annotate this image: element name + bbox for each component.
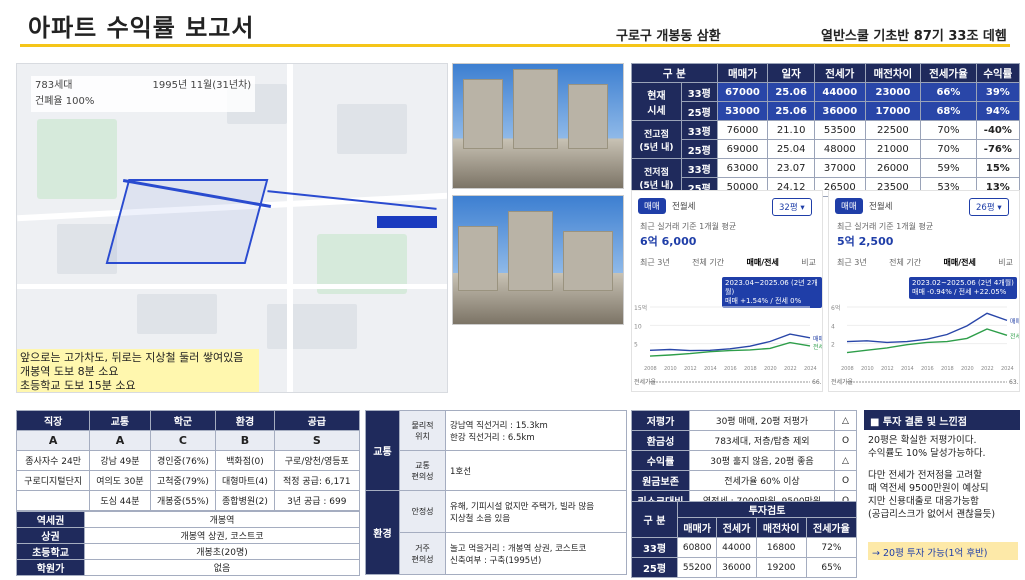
criteria-table: 저평가 30평 매매, 20평 저평가 △ 환금성 783세대, 저층/탑층 제외 O … — [631, 410, 857, 511]
conclusion-text: 20평은 확실한 저평가이다. 수익률도 10% 달성가능하다. 다만 전세가 전… — [868, 435, 996, 520]
price-value: 5억 2,500 — [837, 235, 894, 248]
x-tick-label: 2016 — [724, 366, 737, 372]
line-chart-25: 6억 4 2 매매전세 2008 2010 2012 2014 2016 2018 2020 2022… — [831, 304, 1019, 386]
size-select[interactable]: 32평 ▾ — [772, 198, 812, 216]
tab-period-sale-jeonse[interactable]: 매매/전세 — [943, 257, 975, 268]
tab-period-3y[interactable]: 최근 3년 — [640, 257, 670, 268]
y-tick-label: 10 — [634, 323, 642, 330]
series-line-sale — [846, 312, 1008, 344]
x-tick-label: 2010 — [664, 366, 677, 372]
series-label: 매매 — [813, 335, 822, 343]
chart-panel-33: 매매 전월세 32평 ▾ 최근 실거래 기준 1개월 평균 6억 6,000 최… — [631, 190, 823, 392]
tab-jeonse[interactable]: 전월세 — [863, 198, 898, 214]
recent-label: 최근 실거래 기준 1개월 평균 — [837, 222, 934, 231]
line-chart-33: 15억 10 5 매매전세 2008 2010 2012 2014 2016 2018 2020 20… — [634, 304, 822, 386]
traffic-env-table: 교통 물리적 위치 강남역 직선거리 : 15.3km 한강 직선거리 : 6.… — [365, 410, 627, 575]
header-divider — [20, 44, 1010, 47]
period-tabs: 최근 3년 전체 기간 매매/전세 비교 — [640, 257, 816, 268]
location-map[interactable]: 783세대 1995년 11월(31년차) 건폐율 100% 앞으로는 고가차도,… — [16, 63, 448, 393]
series-label: 매매 — [1010, 317, 1019, 325]
y-tick-label: 5 — [634, 342, 638, 349]
y-tick-label: 2 — [831, 342, 835, 349]
recent-label: 최근 실거래 기준 1개월 평균 — [640, 222, 737, 231]
price-value: 6억 6,000 — [640, 235, 697, 248]
series-label: 전세 — [813, 343, 822, 351]
x-tick-label: 2022 — [784, 366, 797, 372]
tab-jeonse[interactable]: 전월세 — [666, 198, 701, 214]
size-select[interactable]: 26평 ▾ — [969, 198, 1009, 216]
x-tick-label: 2016 — [921, 366, 934, 372]
x-tick-label: 2020 — [764, 366, 777, 372]
bottom-value: 63.3% — [1009, 379, 1019, 386]
y-tick-label: 15억 — [634, 304, 647, 312]
author-label: 열반스쿨 기초반 87기 33조 데헴 — [821, 29, 1007, 44]
x-tick-label: 2024 — [804, 366, 817, 372]
x-tick-label: 2014 — [901, 366, 914, 372]
map-info: 783세대 1995년 11월(31년차) 건폐율 100% — [31, 76, 256, 112]
series-line-sale — [649, 333, 811, 352]
tab-sale[interactable]: 매매 — [835, 198, 863, 214]
chart-panel-25: 매매 전월세 26평 ▾ 최근 실거래 기준 1개월 평균 5억 2,500 최… — [828, 190, 1020, 392]
y-tick-label: 6억 — [831, 304, 840, 312]
tab-period-all[interactable]: 전체 기간 — [692, 257, 724, 268]
x-tick-label: 2024 — [1001, 366, 1014, 372]
price-table: 구 분 매매가 일자 전세가 매전차이 전세가율 수익률 현재 시세 33평 67000… — [631, 63, 1021, 197]
x-tick-label: 2014 — [704, 366, 717, 372]
tab-sale[interactable]: 매매 — [638, 198, 666, 214]
x-tick-label: 2020 — [961, 366, 974, 372]
conclusion-title: ■ 투자 결론 및 느낀점 — [864, 410, 1020, 430]
apartment-photo-1 — [452, 63, 624, 189]
x-tick-label: 2018 — [941, 366, 954, 372]
period-tabs: 최근 3년 전체 기간 매매/전세 비교 — [837, 257, 1013, 268]
bottom-value: 66.1% — [812, 379, 822, 386]
x-tick-label: 2008 — [644, 366, 657, 372]
x-tick-label: 2022 — [981, 366, 994, 372]
map-note: 앞으로는 고가차도, 뒤로는 지상철 둘러 쌓여있음 개봉역 도보 8분 소요 초등… — [17, 349, 259, 392]
tab-period-all[interactable]: 전체 기간 — [889, 257, 921, 268]
tab-period-3y[interactable]: 최근 3년 — [837, 257, 867, 268]
tab-period-compare[interactable]: 비교 — [801, 257, 816, 268]
x-tick-label: 2008 — [841, 366, 854, 372]
tab-period-compare[interactable]: 비교 — [998, 257, 1013, 268]
series-label: 전세 — [1010, 332, 1019, 340]
y-tick-label: 4 — [831, 323, 835, 330]
chart-tooltip: 2023.02~2025.06 (2년 4개월) 매매 -0.94% / 전세 +… — [909, 277, 1017, 299]
x-tick-label: 2018 — [744, 366, 757, 372]
info-table: 역세권 개봉역 상권 개봉역 상권, 코스트코 초등학교 개봉초(20명) 학원가 없음 — [16, 511, 360, 576]
bottom-label: 전세가율 — [634, 378, 657, 386]
tab-period-sale-jeonse[interactable]: 매매/전세 — [746, 257, 778, 268]
x-tick-label: 2012 — [684, 366, 697, 372]
conclusion-result: → 20평 투자 가능(1억 후반) — [868, 542, 1018, 560]
location-label: 구로구 개봉동 삼환 — [616, 29, 721, 44]
page-title: 아파트 수익률 보고서 — [28, 14, 255, 42]
x-tick-label: 2012 — [881, 366, 894, 372]
invest-table: 구 분 투자검토 매매가 전세가 매전차이 전세가율 33평 60800 44000 1680… — [631, 501, 858, 578]
subway-marker — [377, 216, 437, 228]
apartment-photo-2 — [452, 195, 624, 325]
bottom-label: 전세가율 — [831, 378, 854, 386]
x-tick-label: 2010 — [861, 366, 874, 372]
score-table: 직장 교통 학군 환경 공급 AACBS 종사자수 24만 강남 49분 경인중(76%) 백… — [15, 410, 361, 511]
